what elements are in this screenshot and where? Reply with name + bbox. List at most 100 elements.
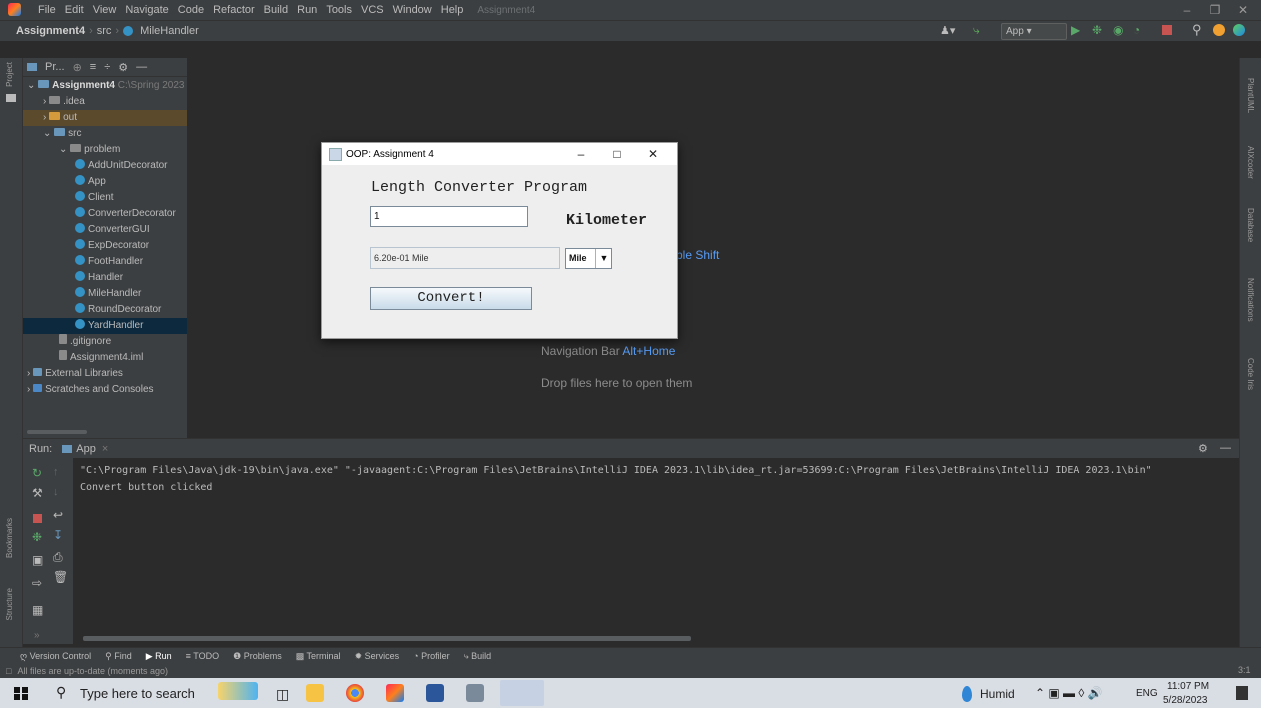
tree-item-class[interactable]: App	[75, 174, 106, 190]
dialog-maximize-button[interactable]: □	[599, 143, 635, 165]
tree-item-class[interactable]: MileHandler	[75, 286, 141, 302]
down-arrow-icon[interactable]: ↓	[53, 486, 59, 498]
menu-edit[interactable]: Edit	[65, 4, 84, 16]
tree-item-class[interactable]: RoundDecorator	[75, 302, 161, 318]
tree-item-external-libraries[interactable]: › External Libraries	[27, 366, 123, 382]
camera-icon[interactable]: ▣	[32, 553, 43, 567]
up-arrow-icon[interactable]: ↑	[53, 466, 59, 478]
debug-icon[interactable]: ❉	[32, 530, 42, 544]
breadcrumb-project[interactable]: Assignment4	[16, 25, 85, 37]
notification-center-icon[interactable]	[1236, 686, 1248, 700]
trash-icon[interactable]: 🗑	[53, 570, 68, 584]
language-indicator[interactable]: ENG	[1136, 688, 1158, 699]
menu-build[interactable]: Build	[264, 4, 288, 16]
menu-window[interactable]: Window	[393, 4, 432, 16]
horizontal-scrollbar[interactable]	[83, 636, 691, 641]
exit-icon[interactable]: ⇨	[32, 576, 42, 590]
tree-item-problem[interactable]: ⌄ problem	[59, 142, 120, 158]
tab-run[interactable]: ▶ Run	[146, 651, 172, 662]
dialog-close-button[interactable]: ✕	[635, 143, 671, 165]
user-icon[interactable]: ♟▾	[940, 24, 955, 37]
database-tool-tab[interactable]: Database	[1246, 208, 1255, 242]
run-config-select[interactable]: App ▾	[1001, 23, 1067, 40]
profile-icon[interactable]: ◔	[1133, 23, 1140, 37]
stop-icon[interactable]	[1162, 25, 1172, 35]
code-iris-tool-tab[interactable]: Code Iris	[1246, 358, 1255, 390]
tab-services[interactable]: ✹ Services	[355, 651, 400, 662]
chrome-icon[interactable]	[346, 684, 364, 702]
windows-start-icon[interactable]	[14, 687, 28, 700]
app-icon[interactable]	[466, 684, 484, 702]
tree-item-class[interactable]: FootHandler	[75, 254, 143, 270]
bookmarks-tool-tab[interactable]: Bookmarks	[5, 518, 14, 558]
layout-icon[interactable]: ▦	[32, 603, 43, 617]
tree-item-class-selected[interactable]: YardHandler	[23, 318, 187, 334]
tab-todo[interactable]: ≡ TODO	[186, 651, 219, 661]
menu-help[interactable]: Help	[441, 4, 464, 16]
weather-text[interactable]: Humid	[980, 687, 1015, 701]
notifications-tool-tab[interactable]: Notifications	[1246, 278, 1255, 322]
menu-file[interactable]: File	[38, 4, 56, 16]
widgets-icon[interactable]	[218, 682, 258, 700]
unit-select[interactable]: Mile ▼	[565, 248, 612, 269]
menu-view[interactable]: View	[93, 4, 117, 16]
menu-tools[interactable]: Tools	[326, 4, 352, 16]
rerun-icon[interactable]: ↻	[32, 466, 42, 480]
tree-item-class[interactable]: Handler	[75, 270, 123, 286]
locate-icon[interactable]: ⊕	[73, 61, 82, 74]
gear-icon[interactable]: ⚙	[118, 61, 128, 74]
system-tray-icons[interactable]: ⌃ ▣ ▬ ◊ 🔊	[1035, 686, 1103, 700]
collapse-all-icon[interactable]: ≡	[90, 61, 96, 73]
scroll-to-end-icon[interactable]: ↧	[53, 528, 63, 542]
breadcrumb-src[interactable]: src	[97, 25, 112, 37]
horizontal-scrollbar[interactable]	[27, 430, 87, 434]
project-view-select[interactable]: Pr...	[45, 61, 65, 73]
clock-date[interactable]: 5/28/2023	[1163, 695, 1208, 706]
aixcoder-tool-tab[interactable]: AIXcoder	[1246, 146, 1255, 179]
menu-run[interactable]: Run	[297, 4, 317, 16]
tree-item-idea[interactable]: › .idea	[43, 94, 85, 110]
tree-item-class[interactable]: AddUnitDecorator	[75, 158, 167, 174]
length-input[interactable]: 1	[370, 206, 528, 227]
task-view-icon[interactable]: ◫	[276, 686, 289, 703]
taskbar-search-box[interactable]: Type here to search	[80, 686, 195, 701]
tree-item-src[interactable]: ⌄ src	[43, 126, 82, 142]
chevron-down-icon[interactable]: ▼	[595, 249, 612, 268]
structure-tool-tab[interactable]: Structure	[5, 588, 14, 620]
menu-navigate[interactable]: Navigate	[125, 4, 168, 16]
plantuml-tool-tab[interactable]: PlantUML	[1246, 78, 1255, 113]
java-app-taskbar-button[interactable]	[500, 680, 544, 706]
plugin-icon[interactable]	[1233, 24, 1245, 36]
tree-item-file[interactable]: Assignment4.iml	[59, 350, 143, 366]
tab-problems[interactable]: ❶ Problems	[233, 651, 282, 662]
tab-find[interactable]: ⚲ Find	[105, 651, 132, 662]
file-explorer-icon[interactable]	[306, 684, 324, 702]
word-icon[interactable]	[426, 684, 444, 702]
close-tab-icon[interactable]: ×	[102, 443, 108, 455]
stop-icon[interactable]	[33, 514, 42, 523]
update-icon[interactable]	[1213, 24, 1225, 36]
soft-wrap-icon[interactable]: ↩	[53, 508, 63, 522]
tree-item-class[interactable]: ConverterDecorator	[75, 206, 176, 222]
intellij-icon[interactable]	[386, 684, 404, 702]
gear-icon[interactable]: ⚙	[1198, 442, 1208, 455]
debug-icon[interactable]: ❉	[1092, 23, 1102, 37]
tree-item-class[interactable]: Client	[75, 190, 114, 206]
dialog-minimize-button[interactable]: –	[563, 143, 599, 165]
print-icon[interactable]: ⎙	[53, 550, 63, 565]
tab-profiler[interactable]: ◔ Profiler	[413, 651, 449, 661]
menu-vcs[interactable]: VCS	[361, 4, 384, 16]
tab-build[interactable]: ⤷ Build	[464, 651, 492, 662]
tree-item-out[interactable]: › out	[23, 110, 187, 126]
tab-version-control[interactable]: ღ Version Control	[20, 651, 91, 662]
convert-button[interactable]: Convert!	[370, 287, 532, 310]
tree-item-class[interactable]: ExpDecorator	[75, 238, 149, 254]
search-icon[interactable]: ⚲	[1192, 22, 1202, 38]
breadcrumb-file[interactable]: MileHandler	[140, 25, 199, 37]
project-tool-tab[interactable]: Project	[5, 62, 14, 87]
tree-item-file[interactable]: .gitignore	[59, 334, 111, 350]
clock-time[interactable]: 11:07 PM	[1167, 681, 1209, 692]
status-toggle-icon[interactable]: □	[6, 666, 11, 676]
tree-root[interactable]: ⌄ Assignment4 C:\Spring 2023	[27, 78, 184, 94]
tab-terminal[interactable]: ▩ Terminal	[296, 651, 341, 662]
